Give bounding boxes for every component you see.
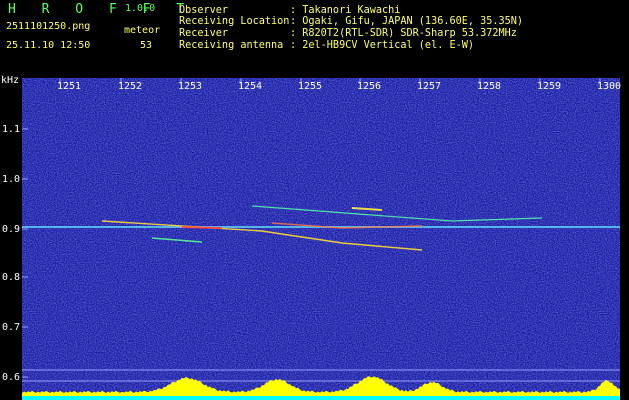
- spectrogram-noise: [22, 78, 620, 400]
- info-value-receiver: : R820T2(RTL-SDR) SDR-Sharp 53.372MHz: [290, 28, 517, 39]
- capture-datetime: 25.11.10 12:50: [6, 40, 91, 51]
- y-tick-label: 1.0: [2, 174, 21, 185]
- app-brand: H R O F F T: [8, 2, 194, 17]
- x-tick-label: 1254: [238, 81, 263, 92]
- y-tick-label: 0.9: [2, 224, 21, 235]
- info-key-receiver: Receiver: [179, 28, 229, 39]
- meteor-count: 53: [140, 40, 153, 51]
- x-tick-label: 1258: [477, 81, 502, 92]
- x-tick-label: 1257: [417, 81, 442, 92]
- x-tick-label: 1255: [298, 81, 323, 92]
- meteor-label: meteor: [124, 25, 161, 36]
- info-value-location: : Ogaki, Gifu, JAPAN (136.60E, 35.35N): [290, 16, 524, 27]
- info-key-location: Receiving Location: [179, 16, 290, 27]
- file-name: 2511101250.png: [6, 21, 91, 32]
- signal-baseline: [22, 396, 620, 400]
- x-tick-label: 1253: [178, 81, 203, 92]
- info-key-observer: Observer: [179, 5, 229, 16]
- app-version: 1.0.0: [125, 3, 156, 14]
- meteor-head: [181, 226, 223, 229]
- info-value-antenna: : 2el-HB9CV Vertical (el. E-W): [290, 40, 475, 51]
- x-tick-label: 1300: [597, 81, 622, 92]
- y-tick-label: 0.7: [2, 322, 21, 333]
- y-axis-unit: kHz: [1, 75, 20, 86]
- y-tick-label: 0.6: [2, 372, 21, 383]
- x-tick-label: 1259: [537, 81, 562, 92]
- spectrogram-plot: [22, 78, 620, 400]
- spectrogram-canvas: [22, 78, 620, 400]
- info-key-antenna: Receiving antenna: [179, 40, 284, 51]
- x-tick-label: 1252: [118, 81, 143, 92]
- y-tick-label: 1.1: [2, 124, 21, 135]
- info-value-observer: : Takanori Kawachi: [290, 5, 401, 16]
- x-tick-label: 1251: [57, 81, 82, 92]
- y-tick-label: 0.8: [2, 272, 21, 283]
- x-tick-label: 1256: [357, 81, 382, 92]
